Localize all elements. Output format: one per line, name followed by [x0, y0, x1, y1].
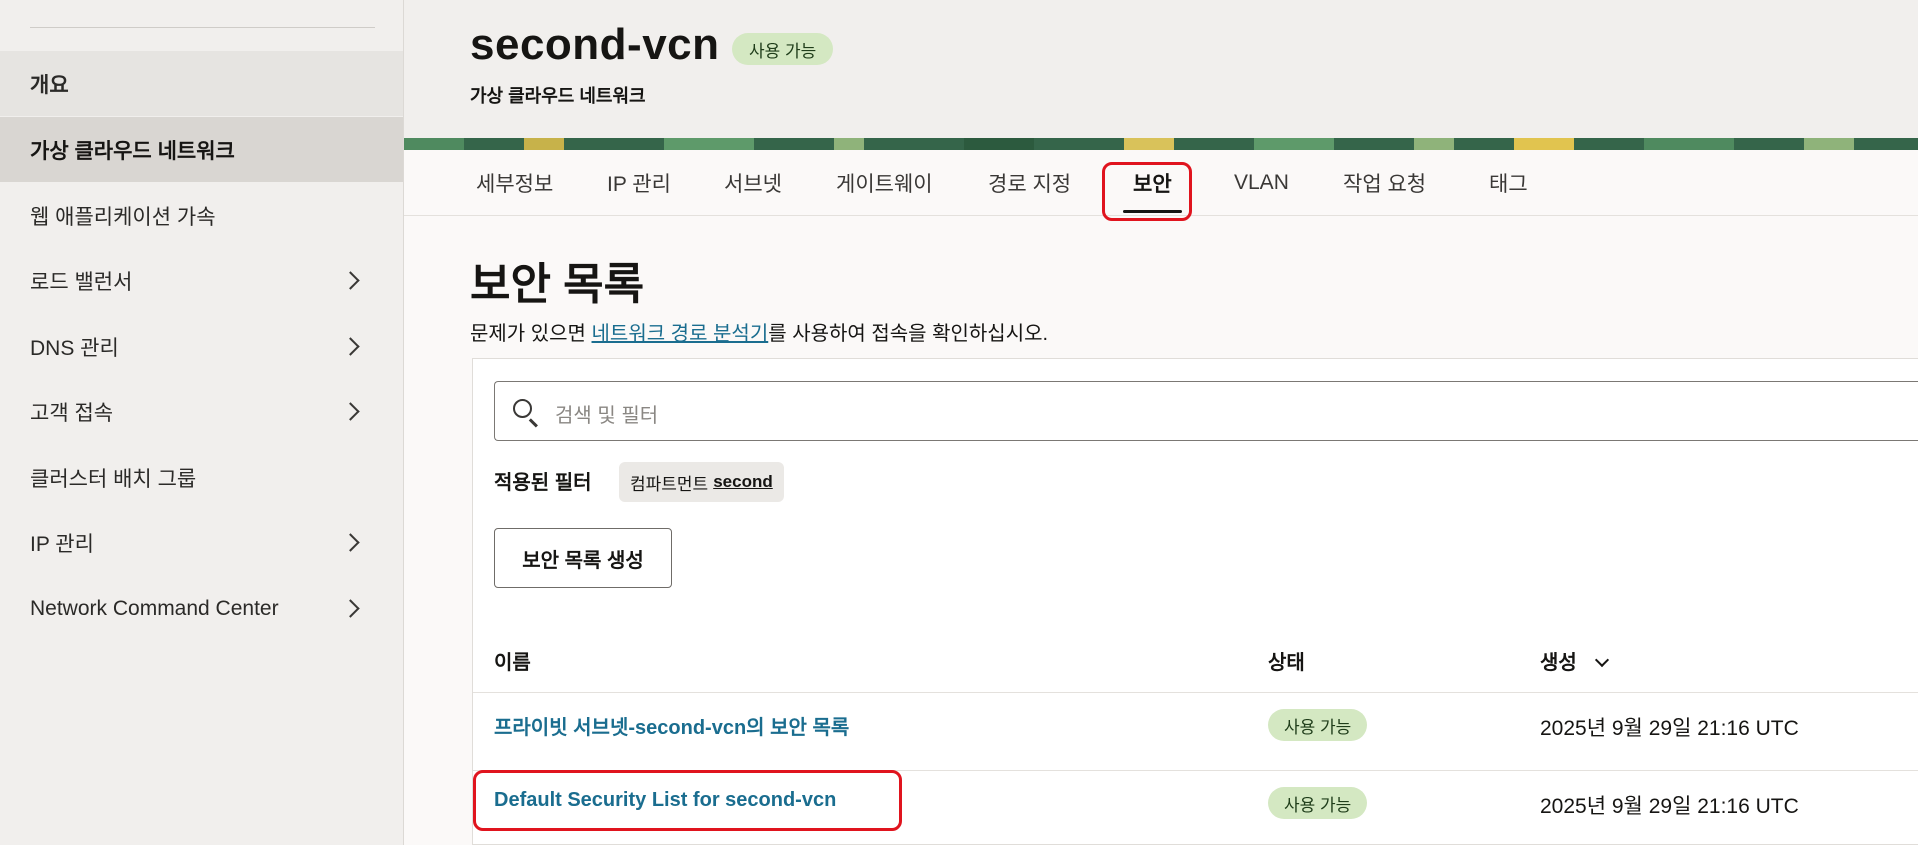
table-row-name-link[interactable]: 프라이빗 서브넷-second-vcn의 보안 목록: [494, 711, 849, 740]
tab-routing[interactable]: 경로 지정: [988, 150, 1071, 216]
sidebar-item-label: 웹 애플리케이션 가속: [30, 205, 216, 229]
decorative-banner: [404, 138, 1918, 150]
tab-work-requests[interactable]: 작업 요청: [1343, 150, 1426, 216]
sidebar-item-label: 개요: [30, 73, 69, 97]
tab-gateways[interactable]: 게이트웨이: [836, 150, 933, 216]
sidebar-item-label: Network Command Center: [30, 596, 279, 620]
chevron-right-icon: [341, 598, 360, 618]
sidebar-item-web-app-acceleration[interactable]: 웹 애플리케이션 가속: [0, 183, 403, 248]
page-header: second-vcn 사용 가능 가상 클라우드 네트워크: [404, 0, 1918, 138]
tab-tags[interactable]: 태그: [1489, 150, 1528, 216]
tab-ip-management[interactable]: IP 관리: [607, 150, 671, 216]
sidebar-item-overview[interactable]: 개요: [0, 51, 403, 116]
applied-filters-label: 적용된 필터: [494, 472, 592, 494]
search-placeholder: 검색 및 필터: [555, 405, 659, 427]
search-input[interactable]: 검색 및 필터: [494, 381, 1918, 441]
sidebar-item-label: 고객 접속: [30, 401, 114, 425]
sidebar-item-cluster-placement-groups[interactable]: 클러스터 배치 그룹: [0, 445, 403, 510]
column-header-created[interactable]: 생성: [1540, 646, 1609, 675]
sidebar-item-label: 가상 클라우드 네트워크: [30, 139, 235, 163]
sidebar-item-label: IP 관리: [30, 532, 94, 556]
chevron-down-icon: [1594, 652, 1609, 668]
sidebar-item-label: DNS 관리: [30, 336, 119, 360]
column-header-status: 상태: [1268, 652, 1305, 674]
tab-details[interactable]: 세부정보: [476, 150, 553, 216]
sidebar: 개요 가상 클라우드 네트워크 웹 애플리케이션 가속 로드 밸런서 DNS 관…: [0, 0, 404, 845]
tab-subnets[interactable]: 서브넷: [724, 150, 782, 216]
sidebar-item-dns[interactable]: DNS 관리: [0, 314, 403, 379]
sidebar-item-network-command-center[interactable]: Network Command Center: [0, 576, 403, 641]
resource-title: second-vcn: [470, 20, 720, 69]
filter-chip-value[interactable]: second: [713, 472, 773, 492]
status-badge: 사용 가능: [1268, 709, 1368, 741]
network-path-analyzer-link[interactable]: 네트워크 경로 분석기: [592, 323, 769, 345]
sidebar-item-label: 로드 밸런서: [30, 270, 133, 294]
search-icon: [513, 399, 532, 418]
sidebar-item-label: 클러스터 배치 그룹: [30, 467, 197, 491]
tab-vlan[interactable]: VLAN: [1234, 150, 1289, 216]
status-badge: 사용 가능: [732, 33, 834, 65]
status-badge: 사용 가능: [1268, 787, 1368, 819]
chevron-right-icon: [341, 270, 360, 290]
table-divider: [473, 770, 1918, 771]
create-security-list-button[interactable]: 보안 목록 생성: [494, 528, 672, 588]
sidebar-divider: [30, 27, 375, 28]
compartment-filter-chip[interactable]: 컴파트먼트 second: [619, 462, 784, 502]
table-row-name-link[interactable]: Default Security List for second-vcn: [494, 789, 836, 812]
sidebar-item-ip-management[interactable]: IP 관리: [0, 510, 403, 575]
chevron-right-icon: [341, 401, 360, 421]
sidebar-item-customer-connectivity[interactable]: 고객 접속: [0, 379, 403, 444]
sidebar-item-vcn[interactable]: 가상 클라우드 네트워크: [0, 117, 403, 182]
table-row-created: 2025년 9월 29일 21:16 UTC: [1540, 795, 1799, 818]
table-divider: [473, 692, 1918, 693]
sidebar-item-load-balancer[interactable]: 로드 밸런서: [0, 248, 403, 313]
help-text: 문제가 있으면 네트워크 경로 분석기를 사용하여 접속을 확인하십시오.: [470, 323, 1049, 345]
security-list-panel: 검색 및 필터 적용된 필터 컴파트먼트 second 보안 목록 생성 이름 …: [472, 358, 1918, 845]
main-content: second-vcn 사용 가능 가상 클라우드 네트워크 세부정보 IP 관리…: [404, 0, 1918, 845]
column-header-name: 이름: [494, 652, 531, 674]
chevron-right-icon: [341, 336, 360, 356]
page-title: 보안 목록: [470, 260, 645, 309]
chevron-right-icon: [341, 532, 360, 552]
tab-security[interactable]: 보안: [1123, 150, 1182, 216]
filter-chip-key: 컴파트먼트: [630, 474, 709, 494]
tab-bar: 세부정보 IP 관리 서브넷 게이트웨이 경로 지정 보안 VLAN 작업 요청…: [404, 150, 1918, 216]
resource-type-subtitle: 가상 클라우드 네트워크: [470, 86, 646, 106]
table-row-created: 2025년 9월 29일 21:16 UTC: [1540, 717, 1799, 740]
